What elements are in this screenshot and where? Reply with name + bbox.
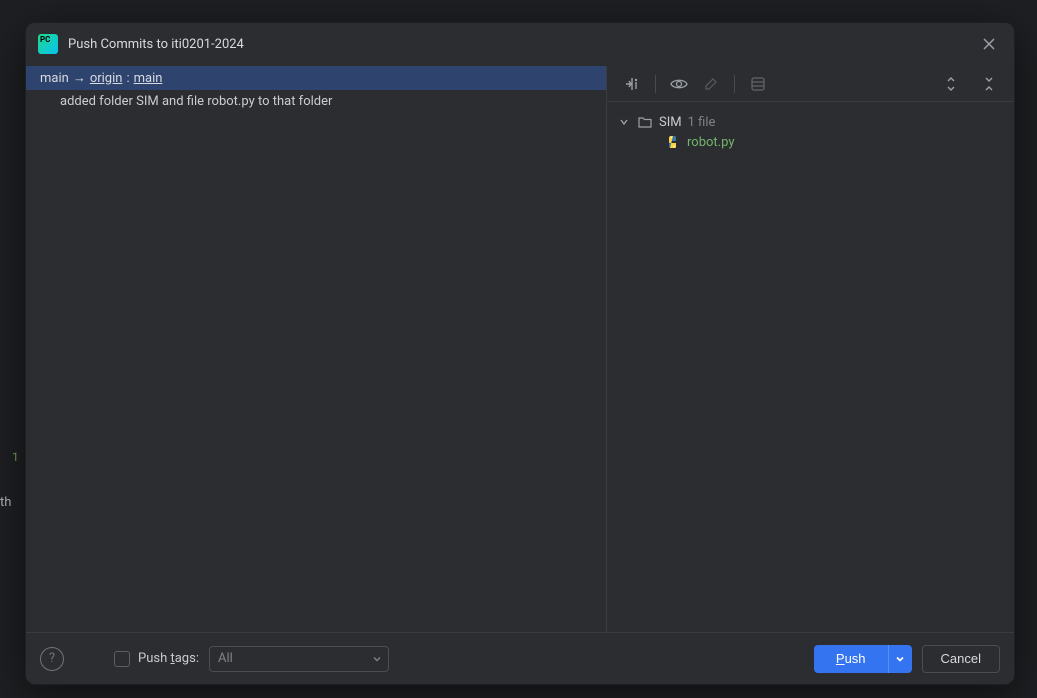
arrow-right-icon: → — [73, 70, 86, 86]
close-button[interactable] — [978, 33, 1000, 55]
files-panel: SIM 1 file robot.py — [606, 66, 1014, 632]
dialog-title: Push Commits to iti0201-2024 — [68, 37, 978, 52]
collapse-all-icon[interactable] — [974, 71, 1004, 97]
dropdown-value: All — [218, 651, 233, 666]
remote-branch[interactable]: main — [134, 71, 163, 86]
collapse-diff-icon[interactable] — [617, 71, 647, 97]
remote-name[interactable]: origin — [90, 71, 123, 86]
files-toolbar — [607, 66, 1014, 102]
tree-folder-row[interactable]: SIM 1 file — [617, 112, 1004, 132]
help-button[interactable]: ? — [40, 647, 64, 671]
toolbar-separator — [655, 75, 656, 93]
folder-icon — [637, 114, 653, 130]
pycharm-icon: PC — [38, 34, 58, 54]
dialog-footer: ? Push tags: All Push Cancel — [26, 632, 1014, 684]
cancel-button[interactable]: Cancel — [922, 645, 1000, 673]
chevron-down-icon[interactable] — [617, 115, 631, 129]
file-name: robot.py — [687, 135, 734, 150]
chevron-down-icon — [372, 654, 382, 664]
push-commits-dialog: PC Push Commits to iti0201-2024 main → o… — [25, 22, 1015, 685]
chevron-down-icon — [895, 654, 905, 664]
push-tags-checkbox[interactable] — [114, 651, 130, 667]
commits-panel: main → origin : main added folder SIM an… — [26, 66, 606, 632]
toolbar-separator — [734, 75, 735, 93]
folder-name: SIM — [659, 115, 682, 130]
push-tags-dropdown[interactable]: All — [209, 646, 389, 672]
commit-row[interactable]: added folder SIM and file robot.py to th… — [26, 90, 606, 113]
preview-icon[interactable] — [664, 71, 694, 97]
python-icon — [665, 134, 681, 150]
local-branch: main — [40, 71, 69, 86]
editor-text-snippet: th — [0, 495, 11, 510]
close-icon — [982, 37, 996, 51]
branch-mapping-row[interactable]: main → origin : main — [26, 66, 606, 90]
file-tree: SIM 1 file robot.py — [607, 102, 1014, 162]
colon: : — [126, 71, 129, 86]
file-count: 1 file — [688, 115, 716, 130]
expand-collapse-icon[interactable] — [936, 71, 966, 97]
push-button[interactable]: Push — [814, 645, 888, 673]
push-tags-label: Push tags: — [138, 651, 199, 666]
push-dropdown-button[interactable] — [888, 645, 912, 673]
dialog-titlebar: PC Push Commits to iti0201-2024 — [26, 23, 1014, 65]
edit-icon[interactable] — [696, 71, 726, 97]
group-by-icon[interactable] — [743, 71, 773, 97]
editor-gutter-line: 1 — [0, 450, 19, 464]
tree-file-row[interactable]: robot.py — [617, 132, 1004, 152]
